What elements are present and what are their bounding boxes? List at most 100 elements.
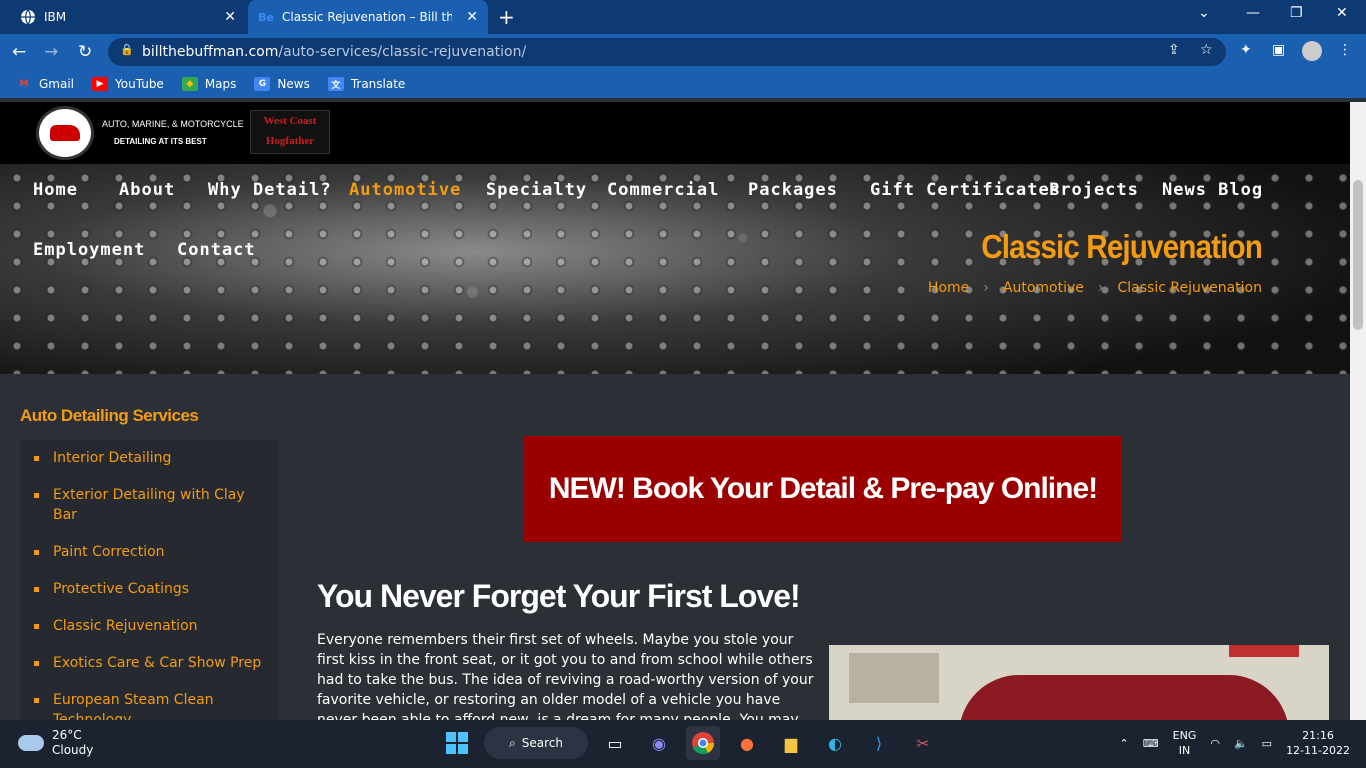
clock-date: 12-11-2022 <box>1286 744 1350 757</box>
menu-projects[interactable]: Projects <box>1049 180 1139 200</box>
tab-classic-rejuvenation[interactable]: Be Classic Rejuvenation – Bill the Buffm… <box>248 0 488 34</box>
sidebar-item-exterior-detailing[interactable]: Exterior Detailing with Clay Bar <box>20 485 278 525</box>
scrollbar-thumb[interactable] <box>1353 180 1363 330</box>
logo-bar: AUTO, MARINE, & MOTORCYCLE DETAILING AT … <box>0 102 1350 164</box>
cloud-icon <box>18 735 44 751</box>
red-classic-car <box>959 675 1289 720</box>
firefox-icon[interactable]: ● <box>730 726 764 760</box>
sidebar-item-label: Interior Detailing <box>53 450 172 466</box>
bookmark-translate[interactable]: 文 Translate <box>327 77 405 91</box>
taskbar-search[interactable]: ⌕ Search <box>484 727 588 759</box>
url-host: billthebuffman.com <box>142 44 279 60</box>
profile-avatar[interactable] <box>1302 41 1322 61</box>
volume-icon[interactable]: 🔈 <box>1234 737 1248 750</box>
lock-icon[interactable]: 🔒 <box>120 43 134 56</box>
battery-icon[interactable]: ▭ <box>1262 737 1272 750</box>
menu-commercial[interactable]: Commercial <box>607 180 719 200</box>
sidebar-item-interior-detailing[interactable]: Interior Detailing <box>20 448 278 468</box>
search-icon: ⌕ <box>509 735 516 750</box>
close-tab-icon[interactable]: ✕ <box>224 9 236 25</box>
browser-tab-strip: IBM ✕ Be Classic Rejuvenation – Bill the… <box>0 0 1366 34</box>
bookmark-star-icon[interactable]: ☆ <box>1200 42 1213 58</box>
classic-car-photo <box>829 645 1329 720</box>
forward-arrow-icon[interactable]: → <box>44 42 58 62</box>
sidebar-item-label: Exotics Care & Car Show Prep <box>53 655 262 671</box>
page-scrollbar[interactable] <box>1350 102 1366 720</box>
url-field[interactable]: billthebuffman.com/auto-services/classic… <box>108 38 1226 66</box>
clock-time: 21:16 <box>1302 729 1334 742</box>
west-coast-hogfather-logo[interactable]: West Coast Hogfather <box>250 110 330 154</box>
new-tab-icon[interactable]: + <box>498 5 515 29</box>
language-indicator[interactable]: ENG IN <box>1173 728 1197 758</box>
back-arrow-icon[interactable]: ← <box>12 42 26 62</box>
page-content: Auto Detailing Services Interior Detaili… <box>0 374 1350 720</box>
sidebar-item-paint-correction[interactable]: Paint Correction <box>20 542 278 562</box>
bullet-icon <box>34 456 39 461</box>
logo-tagline-1: AUTO, MARINE, & MOTORCYCLE <box>102 119 244 129</box>
sidebar-item-classic-rejuvenation[interactable]: Classic Rejuvenation <box>20 616 278 636</box>
garage-shelf <box>849 653 939 703</box>
breadcrumb: Home › Automotive › Classic Rejuvenation <box>928 280 1262 296</box>
taskbar-apps: ⌕ Search ▭ ◉ ● ▆ ◐ ⟩ ✂ <box>440 726 940 760</box>
bookmark-news[interactable]: G News <box>254 77 310 91</box>
section-heading: You Never Forget Your First Love! <box>317 578 801 614</box>
book-online-button[interactable]: NEW! Book Your Detail & Pre-pay Online! <box>524 436 1122 542</box>
sidebar-item-label: Protective Coatings <box>53 581 190 597</box>
bookmark-maps[interactable]: ◆ Maps <box>181 77 236 91</box>
sidepanel-icon[interactable]: ▣ <box>1272 42 1285 58</box>
task-view-icon[interactable]: ▭ <box>598 726 632 760</box>
breadcrumb-home[interactable]: Home <box>928 280 969 296</box>
close-tab-icon[interactable]: ✕ <box>466 9 478 25</box>
reload-icon[interactable]: ↻ <box>78 42 92 62</box>
menu-packages[interactable]: Packages <box>748 180 838 200</box>
bookmark-gmail[interactable]: M Gmail <box>16 77 75 91</box>
menu-dots-icon[interactable]: ⋮ <box>1338 42 1352 58</box>
menu-about[interactable]: About <box>119 180 175 200</box>
menu-news-blog[interactable]: News Blog <box>1162 180 1263 200</box>
sidebar-item-label: European Steam Clean Technology <box>53 692 214 720</box>
keyboard-icon[interactable]: ⌨ <box>1143 737 1159 750</box>
sidebar-item-protective-coatings[interactable]: Protective Coatings <box>20 579 278 599</box>
menu-why-detail[interactable]: Why Detail? <box>208 180 332 200</box>
tab-title: IBM <box>44 10 67 24</box>
bookmark-youtube[interactable]: ▶ YouTube <box>92 77 164 91</box>
close-window-icon[interactable]: ✕ <box>1336 5 1348 21</box>
bookmark-label: Gmail <box>39 77 75 91</box>
menu-contact[interactable]: Contact <box>177 240 256 260</box>
bookmark-label: YouTube <box>115 77 164 91</box>
file-explorer-icon[interactable]: ▆ <box>774 726 808 760</box>
chrome-icon[interactable] <box>686 726 720 760</box>
extensions-icon[interactable]: ✦ <box>1240 42 1252 58</box>
snipping-tool-icon[interactable]: ✂ <box>906 726 940 760</box>
breadcrumb-current: Classic Rejuvenation <box>1117 280 1262 296</box>
page-viewport: AUTO, MARINE, & MOTORCYCLE DETAILING AT … <box>0 102 1350 720</box>
menu-employment[interactable]: Employment <box>33 240 145 260</box>
behance-icon: Be <box>258 10 274 24</box>
share-icon[interactable]: ⇪ <box>1168 42 1180 58</box>
clock[interactable]: 21:16 12-11-2022 <box>1286 728 1350 758</box>
intro-paragraph: Everyone remembers their first set of wh… <box>317 632 814 720</box>
weather-condition: Cloudy <box>52 743 94 757</box>
restore-icon[interactable]: ❐ <box>1290 5 1303 21</box>
windows-start-icon[interactable] <box>440 726 474 760</box>
weather-widget[interactable]: 26°C Cloudy <box>18 728 93 758</box>
menu-gift-certificates[interactable]: Gift Certificates <box>870 180 1061 200</box>
teams-chat-icon[interactable]: ◉ <box>642 726 676 760</box>
sidebar-item-exotics-care[interactable]: Exotics Care & Car Show Prep <box>20 653 278 673</box>
menu-automotive[interactable]: Automotive <box>349 180 461 200</box>
menu-specialty[interactable]: Specialty <box>486 180 587 200</box>
minimize-icon[interactable]: — <box>1246 5 1260 21</box>
weather-temp: 26°C <box>52 728 82 742</box>
bullet-icon <box>34 698 39 703</box>
sidebar-item-european-steam-clean[interactable]: European Steam Clean Technology <box>20 690 278 720</box>
menu-home[interactable]: Home <box>33 180 78 200</box>
tab-ibm[interactable]: IBM ✕ <box>0 0 246 34</box>
chevron-down-icon[interactable]: ⌄ <box>1198 5 1210 21</box>
edge-icon[interactable]: ◐ <box>818 726 852 760</box>
wifi-icon[interactable]: ◠ <box>1210 737 1220 750</box>
buffman-logo[interactable] <box>36 106 94 160</box>
youtube-icon: ▶ <box>92 77 109 91</box>
tray-chevron-up-icon[interactable]: ⌃ <box>1120 737 1129 750</box>
breadcrumb-automotive[interactable]: Automotive <box>1003 280 1084 296</box>
vscode-icon[interactable]: ⟩ <box>862 726 896 760</box>
